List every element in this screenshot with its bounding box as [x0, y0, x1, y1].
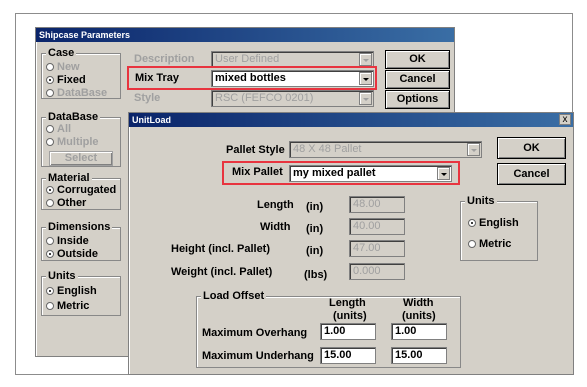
unitload-units-metric-radio[interactable]: Metric [468, 238, 511, 250]
chevron-down-icon[interactable] [359, 92, 372, 105]
pallet-style-value: 48 X 48 Pallet [293, 143, 362, 155]
database-multiple-radio[interactable]: Multiple [46, 136, 99, 148]
width-input[interactable]: 40.00 [349, 218, 405, 235]
case-new-radio[interactable]: New [46, 61, 80, 73]
database-all-radio[interactable]: All [46, 123, 71, 135]
shipcase-options-button[interactable]: Options [385, 90, 450, 109]
material-other-radio[interactable]: Other [46, 197, 86, 209]
database-group: DataBase All Multiple Select [41, 111, 121, 167]
pallet-style-combo[interactable]: 48 X 48 Pallet [289, 141, 482, 158]
chevron-down-icon[interactable] [467, 143, 480, 156]
style-combo[interactable]: RSC (FEFCO 0201) [211, 90, 374, 107]
max-overhang-width-input[interactable]: 1.00 [391, 323, 447, 340]
radio-dot-icon [46, 250, 54, 258]
radio-dot-icon [46, 76, 54, 84]
mix-tray-highlight [127, 66, 377, 90]
max-overhang-label: Maximum Overhang [202, 327, 308, 339]
radio-dot-icon [468, 219, 476, 227]
material-corrugated-radio[interactable]: Corrugated [46, 184, 116, 196]
load-offset-col-length-units: (units) [333, 310, 367, 322]
radio-dot-icon [46, 186, 54, 194]
dimensions-group: Dimensions Inside Outside [41, 221, 121, 261]
radio-dot-icon [46, 125, 54, 133]
case-database-radio[interactable]: DataBase [46, 87, 107, 99]
mix-pallet-highlight [222, 161, 460, 185]
radio-dot-icon [46, 287, 54, 295]
max-underhang-label: Maximum Underhang [202, 350, 314, 362]
unitload-units-group-title: Units [465, 195, 497, 207]
chevron-down-icon[interactable] [359, 53, 372, 66]
dimensions-group-title: Dimensions [46, 221, 113, 233]
width-unit: (in) [306, 223, 324, 235]
load-offset-col-width-units: (units) [402, 310, 436, 322]
length-unit: (in) [306, 201, 324, 213]
unitload-cancel-button[interactable]: Cancel [497, 163, 566, 185]
shipcase-cancel-button[interactable]: Cancel [385, 70, 450, 89]
description-value: User Defined [215, 53, 280, 65]
radio-dot-icon [46, 237, 54, 245]
case-group: Case New Fixed DataBase [41, 47, 121, 99]
width-label: Width [260, 221, 291, 233]
description-label: Description [134, 53, 195, 65]
radio-dot-icon [468, 240, 476, 248]
database-select-button[interactable]: Select [49, 151, 113, 166]
unitload-ok-button[interactable]: OK [497, 137, 566, 159]
style-label: Style [134, 92, 161, 104]
unitload-window: UnitLoad x Pallet Style 48 X 48 Pallet M… [128, 112, 574, 375]
weight-unit: (lbs) [304, 269, 328, 281]
height-label: Height (incl. Pallet) [171, 243, 271, 255]
radio-dot-icon [46, 302, 54, 310]
shipcase-units-group-title: Units [46, 270, 78, 282]
height-input[interactable]: 47.00 [349, 240, 405, 257]
pallet-style-label: Pallet Style [226, 144, 285, 156]
unitload-titlebar[interactable]: UnitLoad [129, 113, 573, 127]
case-group-title: Case [46, 47, 77, 59]
radio-dot-icon [46, 63, 54, 71]
style-value: RSC (FEFCO 0201) [215, 92, 314, 104]
weight-input[interactable]: 0.000 [349, 263, 405, 280]
load-offset-title: Load Offset [201, 290, 267, 302]
unitload-units-group: Units English Metric [460, 195, 538, 261]
unitload-units-english-radio[interactable]: English [468, 217, 519, 229]
load-offset-col-length: Length [329, 297, 366, 309]
max-underhang-length-input[interactable]: 15.00 [320, 347, 376, 364]
material-group-title: Material [46, 172, 92, 184]
dimensions-inside-radio[interactable]: Inside [46, 235, 89, 247]
radio-dot-icon [46, 89, 54, 97]
close-icon[interactable]: x [559, 114, 571, 125]
shipcase-titlebar[interactable]: Shipcase Parameters [36, 28, 454, 42]
radio-dot-icon [46, 138, 54, 146]
unitload-title: UnitLoad [132, 115, 171, 125]
max-underhang-width-input[interactable]: 15.00 [391, 347, 447, 364]
shipcase-title: Shipcase Parameters [39, 30, 131, 40]
material-group: Material Corrugated Other [41, 172, 121, 210]
database-group-title: DataBase [46, 111, 101, 123]
shipcase-units-metric-radio[interactable]: Metric [46, 300, 89, 312]
shipcase-units-group: Units English Metric [41, 270, 121, 316]
case-fixed-radio[interactable]: Fixed [46, 74, 86, 86]
height-unit: (in) [306, 245, 324, 257]
max-overhang-length-input[interactable]: 1.00 [320, 323, 376, 340]
shipcase-units-english-radio[interactable]: English [46, 285, 97, 297]
length-input[interactable]: 48.00 [349, 196, 405, 213]
weight-label: Weight (incl. Pallet) [171, 266, 273, 278]
radio-dot-icon [46, 199, 54, 207]
length-label: Length [257, 199, 294, 211]
shipcase-ok-button[interactable]: OK [385, 50, 450, 69]
load-offset-col-width: Width [403, 297, 434, 309]
dimensions-outside-radio[interactable]: Outside [46, 248, 98, 260]
